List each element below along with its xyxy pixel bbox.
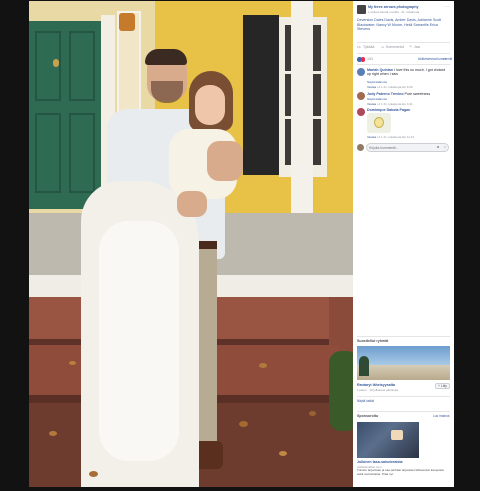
like-count-icon: 👍︎ — [376, 135, 381, 139]
post-meta: 1 elokuu kautta emoilla · 21. lokakuuta … — [368, 10, 422, 14]
like-button[interactable]: Tykkää — [363, 45, 374, 49]
reaction-count[interactable]: 163 — [367, 57, 373, 61]
page-name[interactable]: My three arrows photography — [368, 5, 450, 9]
commenter-avatar[interactable] — [357, 108, 365, 116]
leaf — [279, 451, 287, 456]
black-shutter — [243, 15, 279, 175]
divider — [357, 53, 450, 54]
ad-image[interactable] — [357, 422, 419, 458]
wall-lamp — [119, 13, 135, 31]
comment-time[interactable]: 21. lokakuuta klo 8.26 — [383, 85, 412, 89]
sticker-face-icon — [374, 117, 384, 128]
man-hair — [145, 49, 187, 65]
love-reaction-icon — [360, 57, 365, 62]
door-panel — [35, 113, 61, 193]
like-count-icon: 👍︎ — [376, 85, 381, 89]
reply-link[interactable]: Vastaa — [367, 135, 376, 139]
user-avatar[interactable] — [357, 144, 364, 151]
group-cover-image[interactable] — [357, 346, 450, 380]
leaf — [259, 363, 267, 368]
create-ad-link[interactable]: Luo mainos — [433, 414, 449, 418]
sticker-icon[interactable]: ☺ — [443, 145, 447, 149]
post-sidebar: My three arrows photography 1 elokuu kau… — [353, 1, 454, 487]
leaf — [69, 361, 76, 365]
comment-button[interactable]: Kommentoi — [386, 45, 404, 49]
man-hand — [177, 191, 207, 217]
comment-sticker — [367, 113, 391, 133]
man-hand — [207, 141, 243, 181]
door-panel — [69, 31, 95, 101]
translate-link[interactable]: Näytä käännös — [367, 80, 450, 84]
divider — [357, 336, 450, 337]
divider — [357, 64, 450, 65]
door-light — [53, 59, 59, 67]
leaf — [49, 431, 57, 436]
join-group-button[interactable]: + Liity — [435, 383, 450, 389]
divider — [357, 396, 450, 397]
reply-link[interactable]: Vastaa — [367, 102, 376, 106]
comment-author[interactable]: Dominique Dakota Pagan — [367, 108, 450, 112]
comment-body: Jody Paterno Trevino Pure sweetness — [367, 92, 450, 96]
camera-icon[interactable]: ◙ — [437, 145, 439, 149]
reply-link[interactable]: Vastaa — [367, 85, 376, 89]
suggested-groups-title: Suositellut ryhmät — [357, 339, 389, 343]
post-caption: Deversion Dales Davis, Amber Davis, Adri… — [357, 18, 442, 32]
photo-viewer: My three arrows photography 1 elokuu kau… — [0, 0, 480, 491]
chevron-down-icon[interactable]: ▾ — [445, 57, 447, 61]
comment-meta: Vastaa 👍︎ 1 21. lokakuuta klo 8.26 — [367, 85, 450, 89]
commenter-avatar[interactable] — [357, 68, 365, 76]
like-icon[interactable]: 👍︎ — [357, 45, 361, 49]
divider — [357, 411, 450, 412]
wristwatch-shape — [391, 430, 403, 440]
comment-text: Pure sweetness — [404, 92, 431, 96]
ad-text: Tutustu tarjontaan ja saa parhaat tarjou… — [357, 468, 444, 476]
comment-meta: Vastaa 👍︎ 1 21. lokakuuta klo 11.13 — [367, 135, 450, 139]
door-panel — [69, 113, 95, 193]
like-count-icon: 👍︎ — [376, 101, 381, 106]
comment-icon[interactable]: ▭ — [381, 45, 384, 49]
commenter-avatar[interactable] — [357, 92, 365, 100]
page-avatar[interactable] — [357, 5, 366, 14]
comment-meta: Vastaa 👍︎ 1 21. lokakuuta klo 9.41 — [367, 102, 450, 106]
comment-time[interactable]: 21. lokakuuta klo 9.41 — [383, 102, 412, 106]
share-button[interactable]: Jaa — [414, 45, 420, 49]
more-options-icon[interactable]: ⋯ — [445, 4, 449, 9]
gown-highlight — [99, 221, 179, 461]
post-actions: 👍︎ Tykkää ▭ Kommentoi ↷ Jaa — [357, 45, 450, 51]
girl-face — [195, 85, 225, 125]
comment-body: Mariah Quinlan I love this so much. I go… — [367, 68, 450, 76]
leaf — [309, 411, 316, 416]
post-photo[interactable] — [29, 1, 353, 487]
divider — [357, 42, 450, 43]
reactions-bar[interactable]: 163 Aktiivisimmat kommentit ▾ — [357, 57, 452, 63]
shrub — [329, 351, 353, 431]
leaf — [239, 421, 248, 427]
comment-sort-dropdown[interactable]: Aktiivisimmat kommentit — [418, 57, 452, 61]
leaf — [89, 471, 98, 477]
comment-time[interactable]: 21. lokakuuta klo 11.13 — [383, 135, 414, 139]
tree-shape — [359, 356, 369, 376]
share-icon[interactable]: ↷ — [409, 45, 412, 49]
see-all-link[interactable]: Näytä kaikki — [357, 399, 450, 403]
comment-author[interactable]: Jody Paterno Trevino — [367, 92, 404, 96]
